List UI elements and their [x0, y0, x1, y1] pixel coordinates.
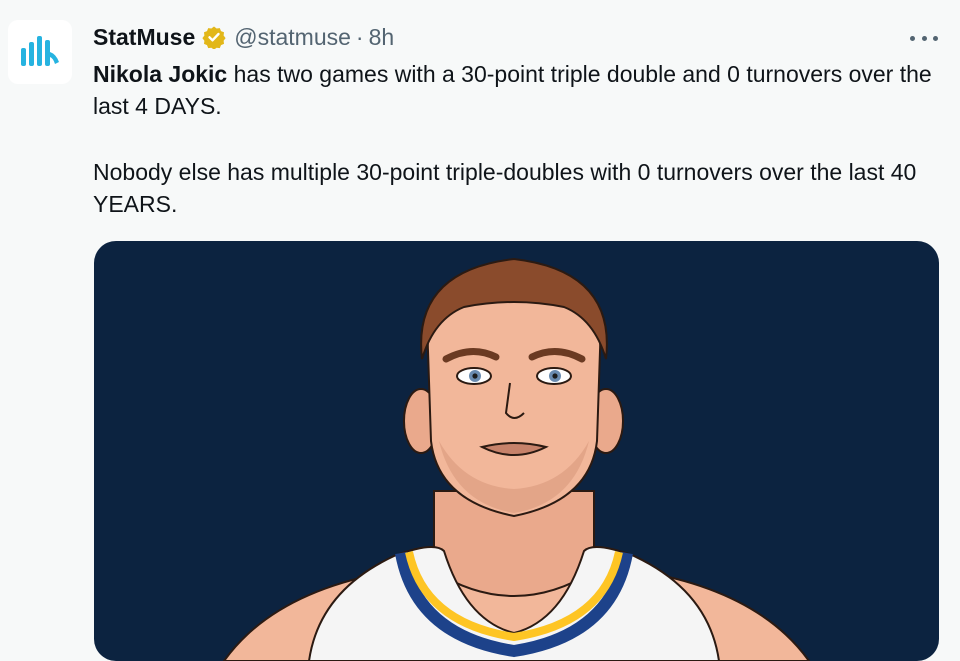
tweet-media-image[interactable] [94, 241, 939, 661]
avatar[interactable] [8, 20, 72, 84]
statmuse-logo-icon [21, 36, 59, 66]
header-separator: · [355, 23, 364, 50]
tweet-text: Nikola Jokic has two games with a 30-poi… [93, 58, 943, 220]
author-handle[interactable]: @statmuse [234, 24, 351, 51]
tweet-card: StatMuse @statmuse · 8h Nikola Jokic has… [0, 0, 960, 661]
tweet-header: StatMuse @statmuse · 8h [93, 22, 394, 52]
tweet-paragraph-1: Nikola Jokic has two games with a 30-poi… [93, 58, 943, 122]
more-options-icon[interactable] [910, 28, 938, 48]
tweet-paragraph-2: Nobody else has multiple 30-point triple… [93, 159, 917, 217]
player-illustration [222, 257, 811, 661]
tweet-timestamp[interactable]: 8h [369, 24, 395, 51]
author-display-name[interactable]: StatMuse [93, 24, 195, 51]
verified-badge-icon [202, 26, 226, 49]
player-name: Nikola Jokic [93, 61, 228, 87]
